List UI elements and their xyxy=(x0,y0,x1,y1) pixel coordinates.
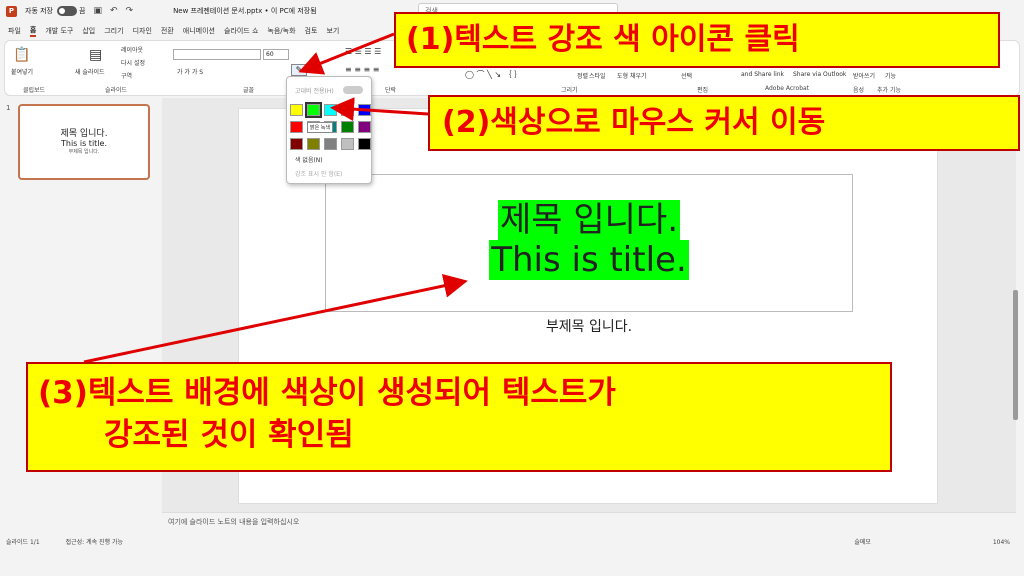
callout-step1: (1)텍스트 강조 색 아이콘 클릭 xyxy=(394,12,1000,68)
undo-icon[interactable]: ↶ xyxy=(110,6,118,16)
tab-design[interactable]: 디자인 xyxy=(133,26,152,36)
dropdown-toggle[interactable] xyxy=(343,86,363,94)
stop-highlight-option[interactable]: 강조 표시 안 함(E) xyxy=(295,169,342,178)
color-swatch[interactable] xyxy=(324,104,337,116)
group-acrobat: Adobe Acrobat xyxy=(765,85,810,92)
dictate-button[interactable]: 받아쓰기 xyxy=(853,71,875,80)
slide-subtitle[interactable]: 부제목 입니다. xyxy=(325,316,853,336)
title-line1: 제목 입니다. xyxy=(497,200,680,240)
color-swatch[interactable] xyxy=(341,138,354,150)
autosave-label: 자동 저장 xyxy=(25,7,53,15)
new-slide-icon[interactable]: ▤ xyxy=(89,47,102,63)
thumb-title-line2: This is title. xyxy=(60,139,107,148)
color-tooltip: 밝은 녹색 xyxy=(307,122,333,133)
status-bar: 슬라이드 1/1 접근성: 계속 진행 가능 슬메모 104% xyxy=(0,536,1024,550)
new-slide-button[interactable]: 새 슬라이드 xyxy=(75,67,105,76)
slide-thumbnail[interactable]: 제목 입니다. This is title. 부제목 입니다. xyxy=(18,104,150,180)
status-right: 슬메모 104% xyxy=(854,536,1010,550)
color-swatch[interactable] xyxy=(305,102,322,118)
layout-button[interactable]: 레이아웃 xyxy=(121,45,143,54)
font-color-button[interactable]: 가 xyxy=(311,64,318,75)
tab-developer[interactable]: 개발 도구 xyxy=(45,26,73,36)
tab-review[interactable]: 검토 xyxy=(305,26,318,36)
paste-button[interactable]: 붙여넣기 xyxy=(11,67,33,76)
notes-button[interactable]: 슬메모 xyxy=(854,539,871,546)
tab-animations[interactable]: 애니메이션 xyxy=(183,26,215,36)
color-swatch[interactable] xyxy=(358,121,371,133)
slide-title[interactable]: 제목 입니다. This is title. xyxy=(325,200,853,280)
group-drawing: 그리기 xyxy=(561,87,578,94)
document-title[interactable]: New 프레젠테이션 문서.pptx • 이 PC에 저장됨 xyxy=(173,6,317,16)
color-swatch[interactable] xyxy=(341,121,354,133)
color-swatch[interactable] xyxy=(307,138,320,150)
tab-draw[interactable]: 그리기 xyxy=(104,26,123,36)
callout-step3-line2: 강조된 것이 확인됨 xyxy=(104,417,354,453)
share-link-button[interactable]: and Share link xyxy=(741,71,784,78)
font-name-select[interactable] xyxy=(173,49,261,60)
shapes-gallery[interactable]: ◯ ⌒ ╲ ↘ ｛ ｝ xyxy=(465,69,522,80)
thumb-subtitle: 부제목 입니다. xyxy=(68,149,100,155)
font-size-select[interactable]: 60 xyxy=(263,49,289,60)
color-swatch[interactable] xyxy=(290,138,303,150)
quick-styles-button[interactable]: 스타일 xyxy=(589,71,606,80)
quick-access-toolbar: ▣ ↶ ↷ xyxy=(93,6,133,16)
color-swatch[interactable] xyxy=(290,104,303,116)
group-paragraph: 단락 xyxy=(385,87,397,94)
share-outlook-button[interactable]: Share via Outlook xyxy=(793,71,846,78)
callout-step2: (2)색상으로 마우스 커서 이동 xyxy=(428,95,1020,151)
tab-slideshow[interactable]: 슬라이드 쇼 xyxy=(224,26,258,36)
tab-record[interactable]: 녹음/녹화 xyxy=(267,26,295,36)
group-clipboard: 클립보드 xyxy=(23,87,46,94)
dropdown-option-label: 고대비 전용(H) xyxy=(295,88,334,95)
arrange-button[interactable]: 정렬 xyxy=(577,71,588,80)
align-buttons[interactable]: ≡ ≡ ≡ ≡ xyxy=(345,65,379,74)
callout-step3-line1: (3)텍스트 배경에 색상이 생성되어 텍스트가 xyxy=(38,375,616,411)
section-button[interactable]: 구역 xyxy=(121,71,132,80)
group-editing: 편집 xyxy=(697,87,709,94)
tab-file[interactable]: 파일 xyxy=(8,26,21,36)
color-swatch[interactable] xyxy=(341,104,354,116)
thumb-title-line1: 제목 입니다. xyxy=(60,129,108,139)
save-icon[interactable]: ▣ xyxy=(93,6,102,16)
group-slides: 슬라이드 xyxy=(105,87,128,94)
autosave-state: 끔 xyxy=(79,7,86,15)
highlight-color-button[interactable]: ✎ xyxy=(291,64,307,76)
select-button[interactable]: 선택 xyxy=(681,71,692,80)
group-addins: 추가 기능 xyxy=(877,87,901,94)
pen-icon: ✎ xyxy=(295,65,303,74)
redo-icon[interactable]: ↷ xyxy=(126,6,134,16)
tab-view[interactable]: 보기 xyxy=(326,26,339,36)
reset-button[interactable]: 다시 설정 xyxy=(121,58,145,67)
font-style-buttons[interactable]: 가 가 가 S xyxy=(177,67,203,76)
slide-number: 1 xyxy=(6,104,11,112)
color-swatch[interactable] xyxy=(324,138,337,150)
addin-button[interactable]: 기능 xyxy=(885,71,896,80)
group-font: 글꼴 xyxy=(243,87,255,94)
no-color-option[interactable]: 색 없음(N) xyxy=(295,155,323,164)
title-line2: This is title. xyxy=(489,240,689,280)
status-accessibility[interactable]: 접근성: 계속 진행 가능 xyxy=(66,539,123,546)
notes-pane[interactable]: 여기에 슬라이드 노트의 내용을 입력하십시오 xyxy=(162,512,1016,534)
group-voice: 음성 xyxy=(853,87,865,94)
color-swatch[interactable] xyxy=(358,104,371,116)
highlight-dropdown: 고대비 전용(H) 밝은 녹색 색 없음(N) 강조 표시 안 함(E) xyxy=(286,76,372,184)
paragraph-buttons[interactable]: ☰ ☰ ☰ ☰ xyxy=(345,47,381,56)
color-swatch[interactable] xyxy=(290,121,303,133)
autosave-toggle[interactable] xyxy=(57,6,77,16)
callout-step3: (3)텍스트 배경에 색상이 생성되어 텍스트가 강조된 것이 확인됨 xyxy=(26,362,892,472)
vertical-scrollbar[interactable] xyxy=(1013,290,1018,420)
tab-transitions[interactable]: 전환 xyxy=(161,26,174,36)
tab-insert[interactable]: 삽입 xyxy=(82,26,95,36)
shape-fill-button[interactable]: 도형 채우기 xyxy=(617,71,647,80)
zoom-level[interactable]: 104% xyxy=(993,539,1010,546)
color-swatch[interactable] xyxy=(358,138,371,150)
paste-icon[interactable]: 📋 xyxy=(13,47,30,63)
status-slide: 슬라이드 1/1 xyxy=(6,539,40,546)
tab-home[interactable]: 홈 xyxy=(29,25,37,37)
powerpoint-logo-icon: P xyxy=(6,5,17,17)
